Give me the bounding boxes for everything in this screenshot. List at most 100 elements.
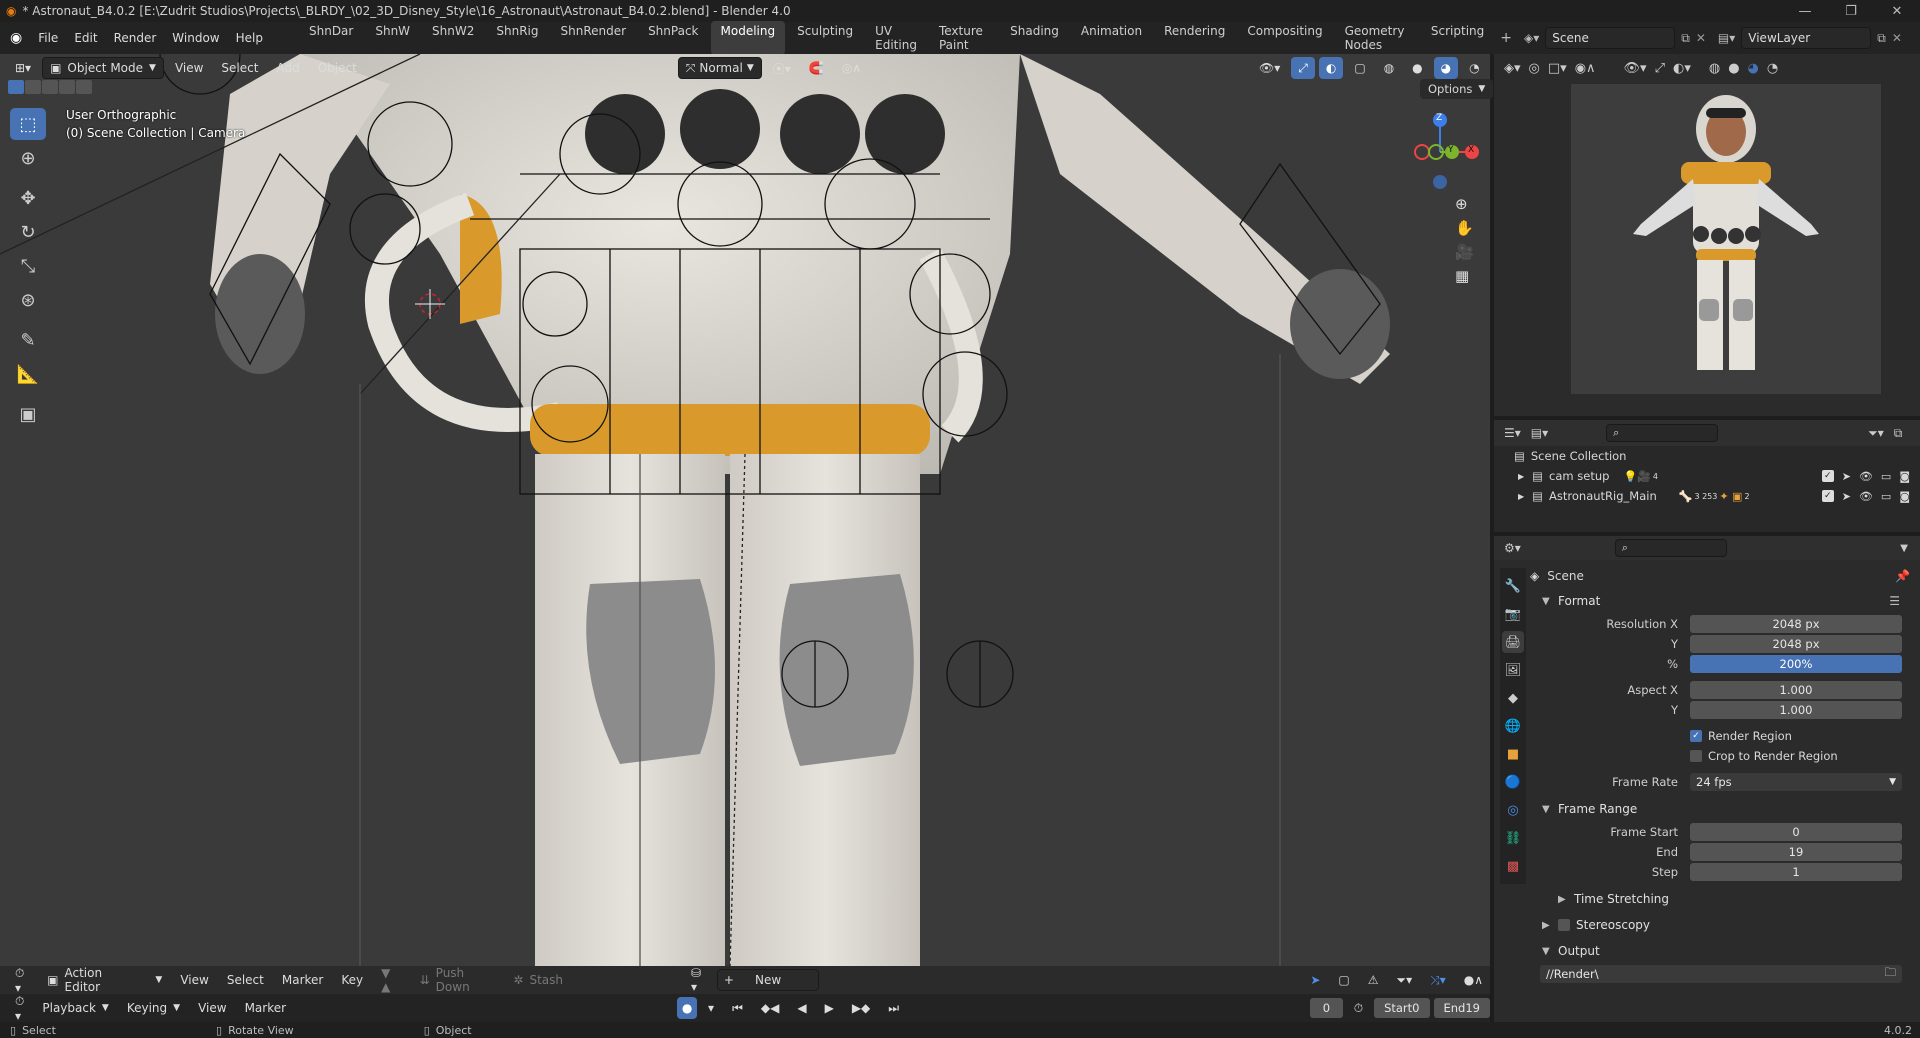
pin-icon[interactable]: 📌 bbox=[1895, 569, 1910, 583]
play-reverse-icon[interactable]: ◀ bbox=[790, 997, 813, 1019]
scene-selector[interactable]: Scene bbox=[1545, 27, 1676, 49]
preview-range-icon[interactable]: ⏱ bbox=[1347, 997, 1370, 1019]
select-box-tool-icon[interactable]: ⬚ bbox=[10, 108, 46, 140]
output-panel-header[interactable]: ▼ Output bbox=[1530, 938, 1920, 964]
workspace-tab-shnrender[interactable]: ShnRender bbox=[551, 21, 637, 55]
play-icon[interactable]: ▶ bbox=[818, 997, 841, 1019]
snap-icon[interactable]: 🧲 bbox=[802, 57, 831, 79]
object-mode-dropdown[interactable]: ▣ Object Mode ▼ bbox=[42, 57, 164, 79]
overlays-icon[interactable]: ◐▾ bbox=[1673, 61, 1691, 76]
transform-orientation-dropdown[interactable]: ⤧ Normal ▼ bbox=[677, 57, 762, 79]
gizmo-toggle-icon[interactable]: ⤢ bbox=[1655, 61, 1665, 76]
expand-arrow-icon[interactable]: ▶ bbox=[1518, 492, 1524, 501]
workspace-tab-shading[interactable]: Shading bbox=[1000, 21, 1069, 55]
proportional-edit-icon[interactable]: ◎∧ bbox=[835, 57, 868, 79]
jump-start-icon[interactable]: ⏮ bbox=[725, 997, 750, 1019]
menu-marker[interactable]: Marker bbox=[275, 969, 330, 991]
shading-rendered-icon[interactable]: ◔ bbox=[1462, 57, 1486, 79]
menu-edit[interactable]: Edit bbox=[66, 31, 105, 45]
viewlayer-icon[interactable]: ▤▾ bbox=[1718, 31, 1735, 45]
render-tab-icon[interactable]: 📷 bbox=[1502, 603, 1524, 625]
exclude-checkbox[interactable]: ✓ bbox=[1821, 469, 1834, 482]
resolution-percent-slider[interactable]: 200% bbox=[1690, 655, 1902, 673]
workspace-tab-texture-paint[interactable]: Texture Paint bbox=[929, 21, 998, 55]
select-invert-icon[interactable] bbox=[59, 80, 75, 94]
layer-arrows-icon[interactable]: ▼ ▲ bbox=[374, 966, 409, 994]
workspace-tab-shndar[interactable]: ShnDar bbox=[299, 21, 363, 55]
shading-wireframe-icon[interactable]: ◍ bbox=[1709, 61, 1720, 76]
menu-file[interactable]: File bbox=[30, 31, 66, 45]
eye-icon[interactable]: 👁 bbox=[1859, 490, 1873, 503]
only-selected-icon[interactable]: ➤ bbox=[1303, 969, 1327, 991]
select-intersect-icon[interactable] bbox=[76, 80, 92, 94]
workspace-tab-shnpack[interactable]: ShnPack bbox=[638, 21, 708, 55]
shading-rendered-icon[interactable]: ◔ bbox=[1767, 61, 1778, 76]
gizmo-toggle-icon[interactable]: ⤢ bbox=[1291, 57, 1315, 79]
workspace-tab-modeling[interactable]: Modeling bbox=[710, 21, 786, 55]
only-errors-icon[interactable]: ⚠ bbox=[1361, 969, 1386, 991]
keying-menu[interactable]: Keying ▼ bbox=[120, 997, 187, 1019]
select-arrow-icon[interactable]: ➤ bbox=[1842, 470, 1851, 483]
exclude-checkbox[interactable]: ✓ bbox=[1821, 489, 1834, 502]
frame-end-field[interactable]: 19 bbox=[1690, 843, 1902, 861]
editor-type-icon[interactable]: ⊞▾ bbox=[8, 57, 38, 79]
world-tab-icon[interactable]: 🌐 bbox=[1502, 715, 1524, 737]
menu-help[interactable]: Help bbox=[228, 31, 271, 45]
workspace-tab-sculpting[interactable]: Sculpting bbox=[787, 21, 863, 55]
rotate-tool-icon[interactable]: ↻ bbox=[10, 216, 46, 248]
crop-region-checkbox[interactable] bbox=[1690, 750, 1702, 762]
end-frame-field[interactable]: End 19 bbox=[1433, 998, 1490, 1018]
jump-prev-key-icon[interactable]: ◆◀ bbox=[754, 997, 786, 1019]
outliner-editor-icon[interactable]: ☰▾ bbox=[1504, 426, 1521, 440]
options-button[interactable]: Options ▼ bbox=[1420, 79, 1494, 99]
push-down-button[interactable]: ⇊ Push Down bbox=[413, 966, 503, 994]
render-region-checkbox[interactable]: ✓ bbox=[1690, 730, 1702, 742]
close-icon[interactable]: ✕ bbox=[1874, 0, 1920, 22]
jump-next-key-icon[interactable]: ▶◆ bbox=[845, 997, 877, 1019]
crop-region-row[interactable]: Crop to Render Region bbox=[1530, 746, 1920, 766]
snap-icon[interactable]: ◎ bbox=[1529, 61, 1540, 76]
workspace-tab-geometry-nodes[interactable]: Geometry Nodes bbox=[1335, 21, 1419, 55]
workspace-tab-scripting[interactable]: Scripting bbox=[1421, 21, 1494, 55]
presets-icon[interactable]: ☰ bbox=[1889, 594, 1900, 608]
menu-marker[interactable]: Marker bbox=[238, 997, 293, 1019]
menu-view[interactable]: View bbox=[191, 997, 233, 1019]
data-tab-icon[interactable]: ▩ bbox=[1502, 855, 1524, 877]
new-action-button[interactable]: + New bbox=[716, 969, 820, 991]
select-subtract-icon[interactable] bbox=[42, 80, 58, 94]
move-tool-icon[interactable]: ✥ bbox=[10, 182, 46, 214]
action-editor-mode-dropdown[interactable]: ▣ Action Editor ▼ bbox=[40, 966, 169, 994]
show-hidden-icon[interactable]: ▢ bbox=[1331, 969, 1356, 991]
new-viewlayer-icon[interactable]: ⧉ bbox=[1877, 31, 1886, 46]
playback-menu[interactable]: Playback ▼ bbox=[35, 997, 115, 1019]
jump-end-icon[interactable]: ⏭ bbox=[881, 997, 906, 1019]
object-tab-icon[interactable]: ■ bbox=[1502, 743, 1524, 765]
modifier-tab-icon[interactable]: 🔵 bbox=[1502, 771, 1524, 793]
auto-snap-icon[interactable]: ⤨▾ bbox=[1423, 969, 1453, 991]
outliner-search-input[interactable]: ⌕ bbox=[1606, 424, 1719, 442]
expand-arrow-icon[interactable]: ▶ bbox=[1518, 472, 1524, 481]
chevron-down-icon[interactable]: ▼ bbox=[1900, 543, 1908, 554]
camera-preview-area[interactable]: ◈▾ ◎ □▾ ◉∧ 👁▾ ⤢ ◐▾ ◍ ● ◕ ◔ bbox=[1494, 54, 1920, 416]
blender-menu-icon[interactable]: ◉ bbox=[0, 30, 30, 46]
camera-render-icon[interactable]: ◙ bbox=[1899, 490, 1910, 503]
outliner-row-astronautrig[interactable]: ▶ ▤ AstronautRig_Main 🦴 3 253 ✦ ▣ 2 ✓ ➤ … bbox=[1494, 486, 1920, 506]
visibility-icon[interactable]: 👁▾ bbox=[1252, 57, 1287, 79]
add-workspace-icon[interactable]: + bbox=[1494, 30, 1518, 46]
menu-key[interactable]: Key bbox=[334, 969, 370, 991]
select-new-icon[interactable] bbox=[8, 80, 24, 94]
shading-icon[interactable]: □▾ bbox=[1548, 61, 1567, 76]
editor-type-icon[interactable]: ⏱▾ bbox=[8, 966, 36, 995]
menu-object[interactable]: Object bbox=[311, 57, 364, 79]
output-path-field[interactable]: //Render\ 🗀 bbox=[1540, 965, 1902, 983]
physics-tab-icon[interactable]: ◎ bbox=[1502, 799, 1524, 821]
filter-icon[interactable]: ⏷▾ bbox=[1389, 969, 1419, 991]
monitor-icon[interactable]: ▭ bbox=[1881, 490, 1891, 503]
frame-start-field[interactable]: 0 bbox=[1690, 823, 1902, 841]
menu-select[interactable]: Select bbox=[220, 969, 271, 991]
navigation-gizmo[interactable]: Z Y X bbox=[1400, 110, 1480, 190]
tool-tab-icon[interactable]: 🔧 bbox=[1502, 575, 1524, 597]
visibility-icon[interactable]: 👁▾ bbox=[1624, 61, 1647, 76]
overlays-icon[interactable]: ◐ bbox=[1318, 57, 1344, 79]
workspace-tab-uv-editing[interactable]: UV Editing bbox=[865, 21, 927, 55]
